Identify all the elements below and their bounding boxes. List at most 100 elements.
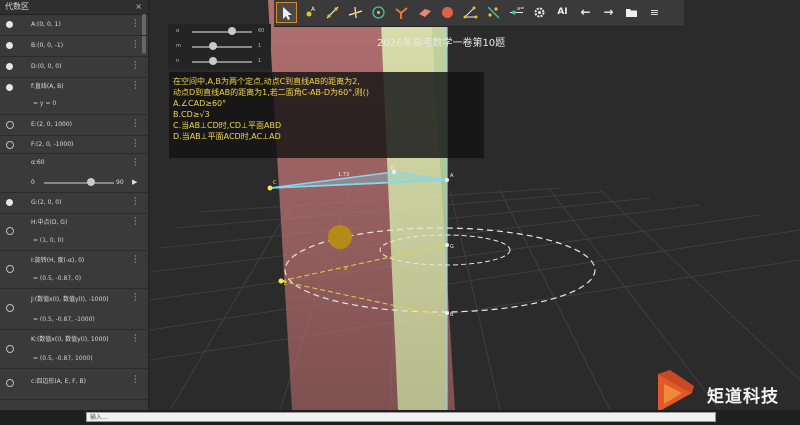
point-tool-button[interactable]: A <box>299 2 320 23</box>
main-menu-button[interactable]: ≡ <box>644 2 665 23</box>
algebra-row-f-point[interactable]: F:(2, 0, -1000) · · · <box>0 136 148 154</box>
ai-tool-button[interactable]: AI <box>552 2 573 23</box>
slider-row-alpha[interactable]: α 60 <box>172 27 268 37</box>
algebra-row-d[interactable]: D:(0, 0, 0) · · · <box>0 57 148 78</box>
visibility-toggle-icon[interactable] <box>6 379 14 387</box>
algebra-row-j[interactable]: J:(数值x(I), 数值y(I), -1000) = (0.5, -0.87,… <box>0 289 148 330</box>
visibility-toggle-icon[interactable] <box>6 227 14 235</box>
algebra-row-c[interactable]: c:四边形(A, E, F, B) · · · <box>0 369 148 400</box>
sphere-tool-button[interactable] <box>437 2 458 23</box>
intersect-tool-button[interactable] <box>391 2 412 23</box>
input-bar: 输入... <box>0 410 800 425</box>
point-c[interactable] <box>267 185 273 191</box>
slider-value: 1 <box>258 58 262 64</box>
svg-text:a=2: a=2 <box>517 6 524 12</box>
point-e[interactable] <box>278 278 284 284</box>
slider-track[interactable] <box>192 46 252 48</box>
algebra-row-text: c:四边形(A, E, F, B) <box>31 378 86 385</box>
slider-knob[interactable] <box>209 57 217 65</box>
algebra-row-h[interactable]: H:中点(D, G) = (1, 0, 0) · · · <box>0 214 148 251</box>
option-a: A.∠CAD≥60° <box>173 99 227 108</box>
kebab-menu-icon[interactable]: · · · <box>134 253 137 267</box>
algebra-row-k[interactable]: K:(数值x(I), 数值y(I), 1000) = (0.5, -0.87, … <box>0 330 148 369</box>
algebra-row-i[interactable]: I:旋转(H, 度(-α), 0) = (0.5, -0.87, 0) · · · <box>0 251 148 289</box>
slider-knob[interactable] <box>228 27 237 35</box>
move-tool-button[interactable] <box>276 2 297 23</box>
slider-track[interactable] <box>192 31 252 33</box>
alpha-slider-track[interactable] <box>44 182 114 184</box>
perpendicular-tool-button[interactable] <box>345 2 366 23</box>
algebra-row-text: α:60 <box>31 159 45 166</box>
slider-tool-button[interactable]: a=2 <box>506 2 527 23</box>
kebab-menu-icon[interactable]: · · · <box>134 59 137 73</box>
plane-tool-button[interactable] <box>414 2 435 23</box>
algebra-row-value: = y = 0 <box>33 100 57 107</box>
kebab-menu-icon[interactable]: · · · <box>134 332 137 346</box>
algebra-panel: 代数区 × A:(0, 0, 1) · · · B:(0, 0, -1) · · · D… <box>0 0 149 410</box>
visibility-toggle-icon[interactable] <box>6 304 14 312</box>
question-line: 动点D到直线AB的距离为1,若二面角C-AB-D为60°,则() <box>173 88 370 97</box>
slider-label: α <box>176 28 180 34</box>
algebra-row-f[interactable]: f:直线(A, B) = y = 0 · · · <box>0 78 148 115</box>
algebra-row-a[interactable]: A:(0, 0, 1) · · · <box>0 15 148 36</box>
point-b[interactable] <box>445 311 449 315</box>
algebra-row-text: A:(0, 0, 1) <box>31 21 61 28</box>
visibility-toggle-icon[interactable] <box>6 265 14 273</box>
visibility-toggle-icon[interactable] <box>6 84 13 91</box>
kebab-menu-icon[interactable]: · · · <box>134 137 137 151</box>
visibility-toggle-icon[interactable] <box>6 63 13 70</box>
question-box: 在空间中,A,B为两个定点,动点C到直线AB的距离为2, 动点D到直线AB的距离… <box>169 72 484 158</box>
slider-min-label: 0 <box>31 179 35 186</box>
visibility-toggle-icon[interactable] <box>6 345 14 353</box>
brand-logo-icon <box>658 370 694 412</box>
settings-tool-button[interactable] <box>529 2 550 23</box>
kebab-menu-icon[interactable]: · · · <box>134 156 137 170</box>
kebab-menu-icon[interactable]: · · · <box>134 373 137 387</box>
kebab-menu-icon[interactable]: · · · <box>134 117 137 131</box>
command-input[interactable]: 输入... <box>86 412 716 422</box>
point-a[interactable] <box>445 178 449 182</box>
option-c: C.当AB⊥CD时,CD⊥平面ABD <box>173 121 282 130</box>
visibility-toggle-icon[interactable] <box>6 199 13 206</box>
close-icon[interactable]: × <box>135 0 142 14</box>
sphere[interactable] <box>328 225 352 249</box>
visibility-toggle-icon[interactable] <box>6 21 13 28</box>
ai-tool-icon: AI <box>557 7 568 17</box>
redo-button[interactable]: → <box>598 2 619 23</box>
point-g[interactable] <box>445 243 449 247</box>
slider-row-m[interactable]: m 1 <box>172 42 268 52</box>
kebab-menu-icon[interactable]: · · · <box>134 215 137 229</box>
open-file-button[interactable] <box>621 2 642 23</box>
algebra-row-alpha[interactable]: α:60 · · · 0 90 ▶ <box>0 154 148 193</box>
algebra-row-g[interactable]: G:(2, 0, 0) · · · <box>0 193 148 214</box>
circle-tool-button[interactable] <box>368 2 389 23</box>
sphere-tool-icon <box>442 7 453 18</box>
kebab-menu-icon[interactable]: · · · <box>134 195 137 209</box>
visibility-toggle-icon[interactable] <box>6 141 14 149</box>
algebra-row-e[interactable]: E:(2, 0, 1000) · · · <box>0 115 148 136</box>
algebra-row-value: = (0.5, -0.87, 1000) <box>33 355 93 362</box>
redo-arrow-icon: → <box>603 5 614 19</box>
slider-row-n[interactable]: n 1 <box>172 57 268 67</box>
kebab-menu-icon[interactable]: · · · <box>134 291 137 305</box>
undo-button[interactable]: ← <box>575 2 596 23</box>
kebab-menu-icon[interactable]: · · · <box>134 17 137 31</box>
slider-knob[interactable] <box>209 42 217 50</box>
alpha-slider-knob[interactable] <box>86 178 95 186</box>
angle-tool-button[interactable] <box>460 2 481 23</box>
label-e: E <box>284 281 287 287</box>
kebab-menu-icon[interactable]: · · · <box>134 38 137 52</box>
algebra-row-b[interactable]: B:(0, 0, -1) · · · <box>0 36 148 57</box>
perpendicular-tool-icon <box>348 6 363 19</box>
visibility-toggle-icon[interactable] <box>6 42 13 49</box>
settings-tool-icon <box>534 7 545 18</box>
reflect-tool-button[interactable] <box>483 2 504 23</box>
kebab-menu-icon[interactable]: · · · <box>134 79 137 93</box>
algebra-row-text: J:(数值x(I), 数值y(I), -1000) <box>31 296 109 303</box>
visibility-toggle-icon[interactable] <box>6 121 14 129</box>
algebra-row-text: G:(2, 0, 0) <box>31 199 62 206</box>
line-tool-button[interactable] <box>322 2 343 23</box>
slider-label: n <box>176 58 180 64</box>
slider-track[interactable] <box>192 61 252 63</box>
play-icon[interactable]: ▶ <box>132 178 137 186</box>
